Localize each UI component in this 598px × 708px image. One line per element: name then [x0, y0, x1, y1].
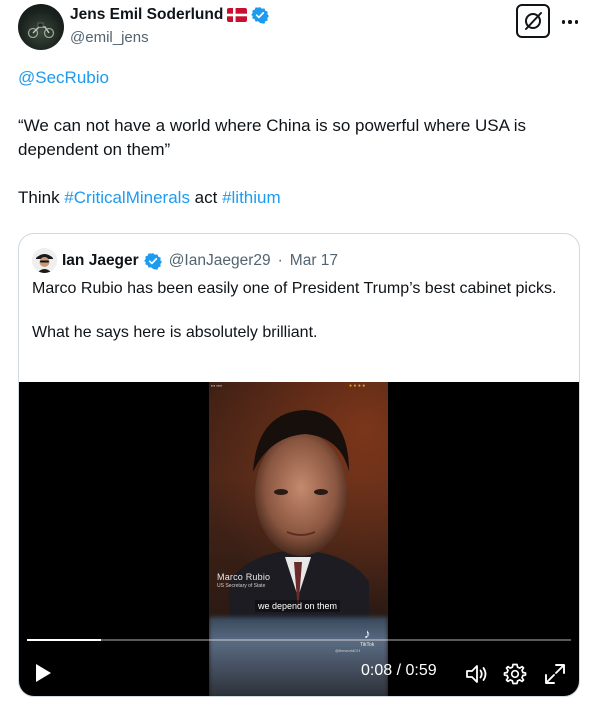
quoted-tweet-card[interactable]: Ian Jaeger @IanJaeger29 · Mar 17 Marco R…: [18, 233, 580, 697]
quoted-separator: ·: [277, 251, 283, 269]
volume-icon[interactable]: [463, 661, 489, 687]
tiktok-label: TikTok: [360, 642, 375, 648]
play-icon[interactable]: [33, 662, 53, 684]
grok-icon: [525, 12, 542, 30]
video-subtitle: we depend on them: [255, 600, 341, 612]
video-frame: ▪▪▪ ▪▪▪▪ ● ● ● ● Marco Rubio US Secretar…: [209, 382, 388, 696]
grok-button[interactable]: [516, 4, 550, 38]
verified-badge-icon: [143, 252, 162, 270]
video-progress-bar[interactable]: [27, 639, 571, 641]
person-avatar-icon: [32, 248, 57, 273]
quoted-tweet-text: Marco Rubio has been easily one of Presi…: [32, 278, 568, 344]
hashtag-critical-minerals[interactable]: #CriticalMinerals: [64, 188, 190, 207]
author-handle[interactable]: @emil_jens: [70, 29, 149, 46]
hashtag-lithium[interactable]: #lithium: [222, 188, 281, 207]
tweet-quote-line: “We can not have a world where China is …: [18, 116, 527, 159]
video-progress-fill: [27, 639, 101, 641]
frame-top-label: ▪▪▪ ▪▪▪▪: [211, 383, 223, 388]
verified-badge-icon: [251, 7, 270, 24]
quoted-author-name[interactable]: Ian Jaeger: [62, 252, 139, 270]
quoted-date[interactable]: Mar 17: [290, 252, 338, 270]
tweet-body: @SecRubio “We can not have a world where…: [18, 66, 584, 210]
mention-link[interactable]: @SecRubio: [18, 68, 109, 87]
quoted-tweet-header: Ian Jaeger @IanJaeger29 · Mar 17: [32, 248, 338, 273]
tweet-header: Jens Emil Soderlund @emil_jens: [18, 4, 584, 52]
tweet-hashtag-line: Think #CriticalMinerals act #lithium: [18, 186, 584, 210]
quoted-author-handle[interactable]: @IanJaeger29: [169, 252, 271, 270]
act-text: act: [189, 188, 223, 207]
denmark-flag-icon: [227, 8, 248, 22]
more-options-icon: [561, 20, 566, 24]
quoted-text-line-2: What he says here is absolutely brillian…: [32, 324, 318, 341]
frame-top-dots: ● ● ● ●: [349, 383, 366, 389]
current-time: 0:08: [361, 662, 393, 679]
quoted-text-line-1: Marco Rubio has been easily one of Presi…: [32, 280, 557, 297]
author-name-row: Jens Emil Soderlund: [70, 6, 270, 24]
tiktok-user: @theworldCH: [335, 648, 360, 653]
duration: 0:59: [405, 662, 437, 679]
video-time: 0:08 / 0:59: [361, 662, 437, 679]
think-text: Think: [18, 188, 65, 207]
gear-icon[interactable]: [502, 661, 528, 687]
caption-name: Marco Rubio: [217, 572, 271, 582]
quoted-author-avatar[interactable]: [32, 248, 57, 273]
caption-role: US Secretary of State: [217, 583, 266, 589]
author-name[interactable]: Jens Emil Soderlund: [70, 6, 223, 24]
video-player[interactable]: ▪▪▪ ▪▪▪▪ ● ● ● ● Marco Rubio US Secretar…: [19, 382, 579, 696]
motorcycle-icon: [27, 22, 55, 38]
fullscreen-icon[interactable]: [542, 661, 568, 687]
more-options-button[interactable]: [558, 10, 582, 34]
author-avatar[interactable]: [18, 4, 64, 50]
